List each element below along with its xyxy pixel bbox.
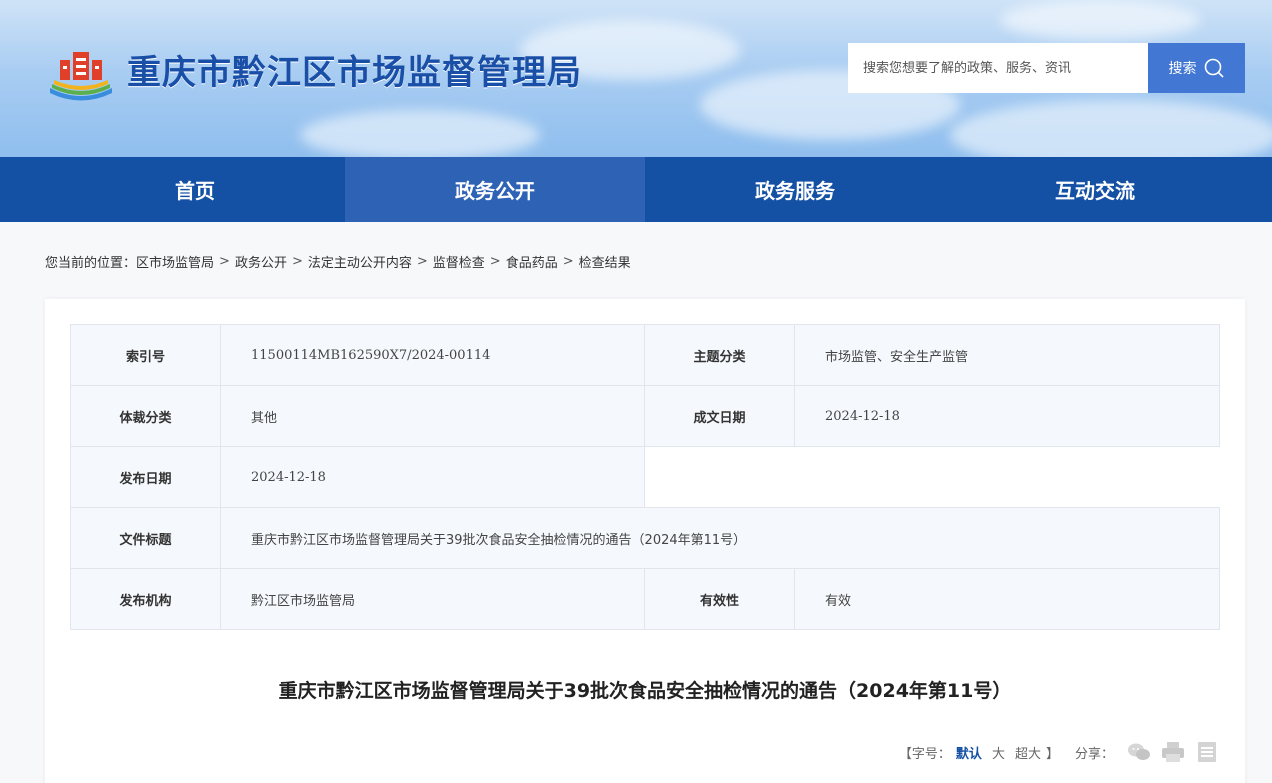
search-icon <box>1204 58 1224 78</box>
wechat-icon[interactable] <box>1126 739 1152 765</box>
validity-label: 有效性 <box>644 568 795 630</box>
font-size-label: 字号： <box>911 746 951 762</box>
article-tools: 【 字号： 默认 大 超大 】 分享： <box>899 739 1220 765</box>
breadcrumb-separator: > <box>562 253 574 269</box>
document-title-value: 重庆市黔江区市场监督管理局关于39批次食品安全抽检情况的通告（2024年第11号… <box>220 507 1220 569</box>
breadcrumb-item[interactable]: 检查结果 <box>579 252 631 271</box>
document-meta-table: 索引号 11500114MB162590X7/2024-00114 主题分类 市… <box>70 324 1220 630</box>
breadcrumb-item[interactable]: 区市场监管局 <box>136 252 214 271</box>
share-label: 分享： <box>1074 746 1114 762</box>
main-nav: 首页 政务公开 政务服务 互动交流 <box>0 157 1272 222</box>
index-number-value: 11500114MB162590X7/2024-00114 <box>220 324 645 386</box>
breadcrumb-item[interactable]: 食品药品 <box>506 252 558 271</box>
index-number-label: 索引号 <box>70 324 221 386</box>
search-input[interactable] <box>848 43 1148 93</box>
font-size-default-button[interactable]: 默认 <box>956 743 982 762</box>
breadcrumb-item[interactable]: 法定主动公开内容 <box>308 252 412 271</box>
nav-item-government-affairs[interactable]: 政务公开 <box>345 157 645 222</box>
genre-value: 其他 <box>220 385 645 447</box>
breadcrumb-separator: > <box>489 253 501 269</box>
site-logo-icon[interactable] <box>46 46 116 102</box>
breadcrumb-item[interactable]: 政务公开 <box>235 252 287 271</box>
search-button-label: 搜索 <box>1168 61 1197 77</box>
breadcrumb: 您当前的位置： 区市场监管局 > 政务公开 > 法定主动公开内容 > 监督检查 … <box>45 252 631 271</box>
nav-item-interaction[interactable]: 互动交流 <box>945 157 1245 222</box>
bracket-close: 】 <box>1045 746 1059 762</box>
nav-item-home[interactable]: 首页 <box>45 157 345 222</box>
publish-date-value: 2024-12-18 <box>220 446 645 508</box>
article-title: 重庆市黔江区市场监督管理局关于39批次食品安全抽检情况的通告（2024年第11号… <box>278 680 1012 702</box>
validity-value: 有效 <box>794 568 1220 630</box>
topic-category-value: 市场监管、安全生产监管 <box>794 324 1220 386</box>
font-size-xlarge-button[interactable]: 超大 <box>1015 743 1041 762</box>
document-title-label: 文件标题 <box>70 507 221 569</box>
issuer-value: 黔江区市场监管局 <box>220 568 645 630</box>
table-row: 索引号 11500114MB162590X7/2024-00114 主题分类 市… <box>70 324 1220 386</box>
search-button[interactable]: 搜索 <box>1148 43 1245 93</box>
topic-category-label: 主题分类 <box>644 324 795 386</box>
bracket-open: 【 <box>898 746 912 762</box>
print-icon[interactable] <box>1160 739 1186 765</box>
content-card: 索引号 11500114MB162590X7/2024-00114 主题分类 市… <box>45 299 1245 783</box>
genre-label: 体裁分类 <box>70 385 221 447</box>
publish-date-label: 发布日期 <box>70 446 221 508</box>
font-size-large-button[interactable]: 大 <box>992 743 1005 762</box>
issuer-label: 发布机构 <box>70 568 221 630</box>
breadcrumb-item[interactable]: 监督检查 <box>433 252 485 271</box>
empty-cell <box>644 446 1220 508</box>
breadcrumb-prefix: 您当前的位置： <box>45 255 137 271</box>
table-row: 体裁分类 其他 成文日期 2024-12-18 <box>70 385 1220 447</box>
nav-item-services[interactable]: 政务服务 <box>645 157 945 222</box>
table-row: 发布日期 2024-12-18 <box>70 446 1220 508</box>
written-date-label: 成文日期 <box>644 385 795 447</box>
document-icon[interactable] <box>1194 739 1220 765</box>
breadcrumb-separator: > <box>416 253 428 269</box>
table-row: 发布机构 黔江区市场监管局 有效性 有效 <box>70 568 1220 630</box>
written-date-value: 2024-12-18 <box>794 385 1220 447</box>
site-title[interactable]: 重庆市黔江区市场监督管理局 <box>127 51 582 95</box>
site-header: 重庆市黔江区市场监督管理局 搜索 <box>0 0 1272 157</box>
breadcrumb-separator: > <box>219 253 230 269</box>
breadcrumb-separator: > <box>291 253 303 269</box>
table-row: 文件标题 重庆市黔江区市场监督管理局关于39批次食品安全抽检情况的通告（2024… <box>70 507 1220 569</box>
